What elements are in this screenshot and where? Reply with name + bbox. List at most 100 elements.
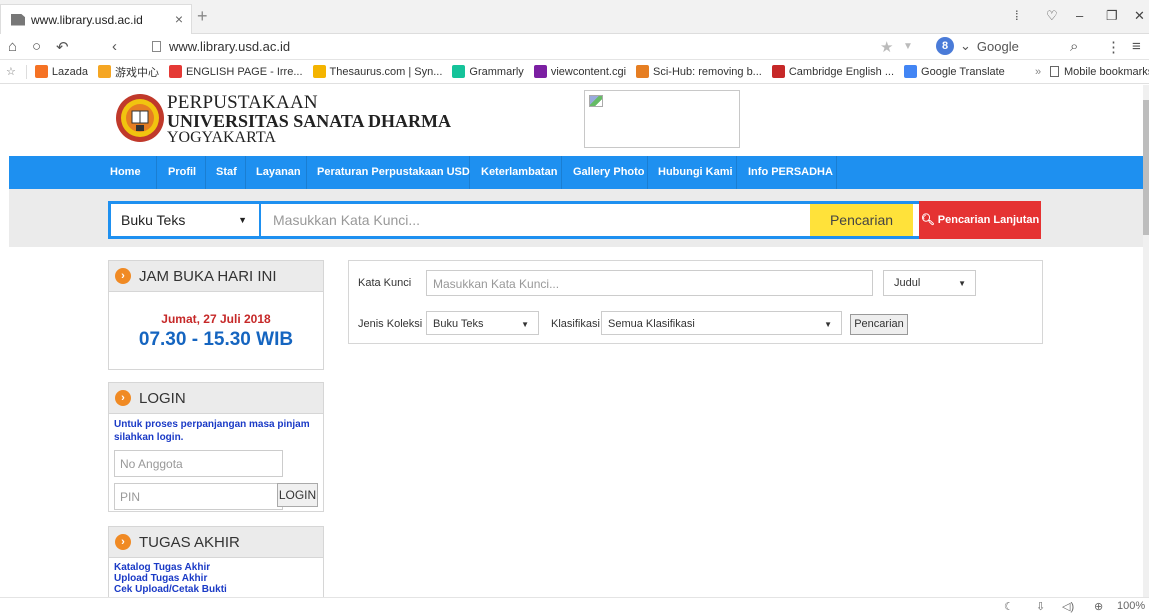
chevron-right-icon: ›: [115, 534, 131, 550]
tab-title: www.library.usd.ac.id: [31, 12, 143, 27]
bookmark-icon: [168, 65, 182, 78]
search-icon[interactable]: ⌕: [1070, 38, 1078, 55]
chevron-down-icon[interactable]: ▼: [903, 41, 913, 52]
status-bar: ☾ ⇩ ◁) ⊕ 100%: [0, 597, 1149, 614]
advanced-search-form: Kata Kunci Masukkan Kata Kunci... Judul …: [348, 260, 1043, 344]
nav-gallery-photo[interactable]: Gallery Photo: [573, 166, 645, 178]
page-icon: [152, 41, 161, 52]
bookmarks-bar: ☆ Lazada 游戏中心 ENGLISH PAGE - Irre... Thesau…: [0, 60, 1149, 84]
reload-icon[interactable]: ○: [32, 38, 41, 55]
pin-input[interactable]: PIN: [114, 483, 283, 510]
volume-icon[interactable]: ◁): [1062, 600, 1074, 613]
box-header: › TUGAS AKHIR: [109, 527, 323, 558]
today-date: Jumat, 27 Juli 2018: [161, 312, 271, 326]
bookmark-icon: [452, 65, 466, 78]
star-icon[interactable]: ☆: [6, 65, 16, 78]
scrollbar-thumb[interactable]: [1143, 100, 1149, 235]
home-icon[interactable]: ⌂: [8, 38, 17, 55]
nav-peraturan[interactable]: Peraturan Perpustakaan USD: [317, 166, 470, 178]
page-content: PERPUSTAKAAN UNIVERSITAS SANATA DHARMA Y…: [0, 85, 1143, 597]
close-window-icon[interactable]: ✕: [1134, 8, 1145, 24]
url-field[interactable]: www.library.usd.ac.id: [152, 39, 290, 54]
divider: [647, 156, 648, 189]
nav-staf[interactable]: Staf: [216, 166, 237, 178]
dropdown-arrow-icon: ▼: [521, 320, 529, 329]
minimize-icon[interactable]: –: [1076, 8, 1083, 23]
browser-tab[interactable]: www.library.usd.ac.id ×: [0, 4, 192, 34]
more-bookmarks-icon[interactable]: »: [1035, 66, 1041, 78]
bookmark-item[interactable]: 游戏中心: [97, 64, 159, 80]
download-icon[interactable]: ⇩: [1036, 600, 1045, 613]
broken-image-icon: [589, 95, 603, 107]
thesis-catalog-link[interactable]: Katalog Tugas Akhir: [109, 562, 323, 573]
back-icon[interactable]: ‹: [112, 38, 117, 55]
bookmark-item[interactable]: ENGLISH PAGE - Irre...: [168, 65, 303, 78]
bookmark-item[interactable]: Cambridge English ...: [771, 65, 894, 78]
search-strip: Buku Teks ▼ Masukkan Kata Kunci... Penca…: [9, 189, 1143, 247]
search-button[interactable]: Pencarian: [810, 204, 913, 236]
member-number-input[interactable]: No Anggota: [114, 450, 283, 477]
divider: [245, 156, 246, 189]
search-icon: 🔍︎: [920, 214, 935, 226]
bookmark-item[interactable]: Grammarly: [452, 65, 524, 78]
bookmark-icon: [97, 65, 111, 78]
opening-hours: 07.30 - 15.30 WIB: [138, 329, 294, 350]
field-select[interactable]: Judul ▼: [883, 270, 976, 296]
back-history-icon[interactable]: ↶: [56, 38, 69, 56]
nav-info-persadha[interactable]: Info PERSADHA: [748, 166, 833, 178]
divider: [561, 156, 562, 189]
collection-select[interactable]: Buku Teks ▼: [426, 311, 539, 335]
menu-icon[interactable]: ⁞: [1015, 8, 1019, 23]
login-button[interactable]: LOGIN: [277, 483, 318, 507]
star-icon[interactable]: ★: [880, 38, 893, 56]
thesis-box: › TUGAS AKHIR Katalog Tugas Akhir Upload…: [108, 526, 324, 597]
nav-hubungi-kami[interactable]: Hubungi Kami: [658, 166, 733, 178]
thesis-upload-link[interactable]: Upload Tugas Akhir: [109, 573, 323, 584]
bookmark-icon: [34, 65, 48, 78]
close-tab-icon[interactable]: ×: [175, 11, 183, 27]
menu-icon[interactable]: ≡: [1132, 38, 1141, 55]
keyword-search-input[interactable]: Masukkan Kata Kunci...: [273, 212, 420, 228]
divider: [736, 156, 737, 189]
chevron-down-icon: ⌄: [960, 38, 971, 53]
page-icon: [11, 13, 25, 26]
classification-select[interactable]: Semua Klasifikasi ▼: [601, 311, 842, 335]
advanced-search-button[interactable]: 🔍︎ Pencarian Lanjutan: [919, 201, 1041, 239]
advanced-search-submit[interactable]: Pencarian: [850, 314, 908, 335]
bookmark-icon: [904, 65, 918, 78]
bookmark-item[interactable]: Thesaurus.com | Syn...: [312, 65, 442, 78]
nav-layanan[interactable]: Layanan: [256, 166, 301, 178]
collection-type-select[interactable]: Buku Teks ▼: [111, 204, 261, 236]
restore-icon[interactable]: ❐: [1106, 8, 1118, 24]
more-icon[interactable]: ⋮: [1106, 38, 1121, 56]
browser-tab-bar: www.library.usd.ac.id × + ⁞ ♡ – ❐ ✕: [0, 0, 1149, 34]
keyword-input[interactable]: Masukkan Kata Kunci...: [426, 270, 873, 296]
folder-icon: [1050, 66, 1059, 77]
divider: [25, 64, 27, 79]
mobile-bookmarks[interactable]: Mobile bookmarks: [1050, 66, 1149, 78]
nav-profil[interactable]: Profil: [168, 166, 196, 178]
divider: [469, 156, 470, 189]
divider: [306, 156, 307, 189]
new-tab-icon[interactable]: +: [197, 6, 208, 27]
banner-image: [584, 90, 740, 148]
box-header: › JAM BUKA HARI INI: [109, 261, 323, 292]
bookmark-item[interactable]: Google Translate: [904, 65, 1005, 78]
bookmark-icon: [533, 65, 547, 78]
zoom-icon[interactable]: ⊕: [1094, 600, 1103, 613]
divider: [205, 156, 206, 189]
night-mode-icon[interactable]: ☾: [1004, 600, 1014, 613]
search-engine-selector[interactable]: 8 ⌄ Google: [936, 37, 1019, 55]
nav-home[interactable]: Home: [110, 166, 141, 178]
bookmark-item[interactable]: viewcontent.cgi: [533, 65, 626, 78]
bookmark-item[interactable]: Sci-Hub: removing b...: [636, 65, 762, 78]
skin-icon[interactable]: ♡: [1046, 8, 1058, 24]
bookmark-item[interactable]: Lazada: [34, 65, 88, 78]
chevron-right-icon: ›: [115, 390, 131, 406]
dropdown-arrow-icon: ▼: [824, 320, 832, 329]
classification-label: Klasifikasi: [551, 318, 600, 330]
box-header: › LOGIN: [109, 383, 323, 414]
divider: [836, 156, 837, 189]
nav-keterlambatan[interactable]: Keterlambatan: [481, 166, 557, 178]
thesis-check-link[interactable]: Cek Upload/Cetak Bukti: [109, 584, 323, 595]
